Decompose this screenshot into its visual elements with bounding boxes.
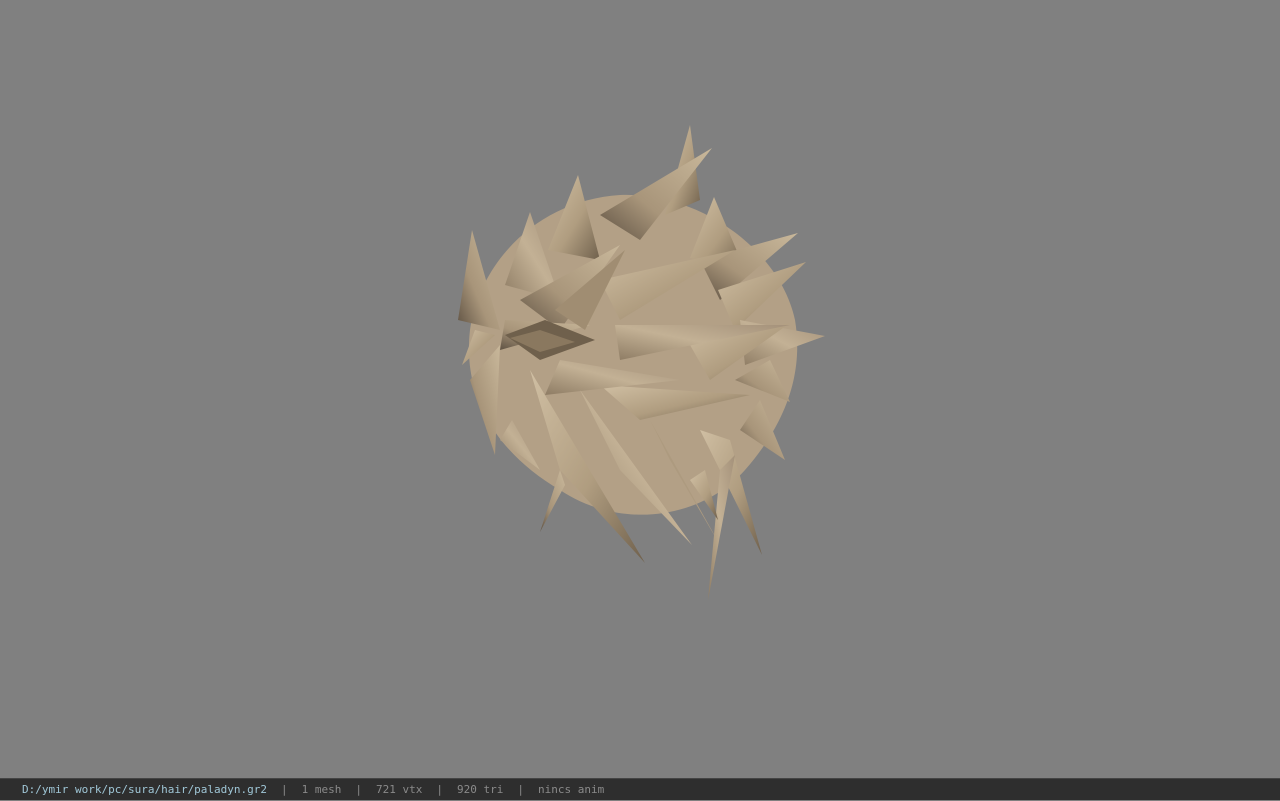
separator: | — [355, 783, 363, 796]
vertex-count: 721 vtx — [376, 783, 423, 796]
separator: | — [517, 783, 525, 796]
mesh-count: 1 mesh — [301, 783, 342, 796]
hair-mesh-model — [458, 125, 825, 600]
separator: | — [281, 783, 288, 796]
triangle-count: 920 tri — [457, 783, 504, 796]
file-path: D:/ymir work/pc/sura/hair/paladyn.gr2 — [22, 783, 268, 796]
status-bar: D:/ymir work/pc/sura/hair/paladyn.gr2 | 1 … — [0, 778, 1280, 800]
animation-status: nincs anim — [538, 783, 605, 796]
3d-viewport[interactable] — [0, 0, 1280, 778]
separator: | — [436, 783, 444, 796]
